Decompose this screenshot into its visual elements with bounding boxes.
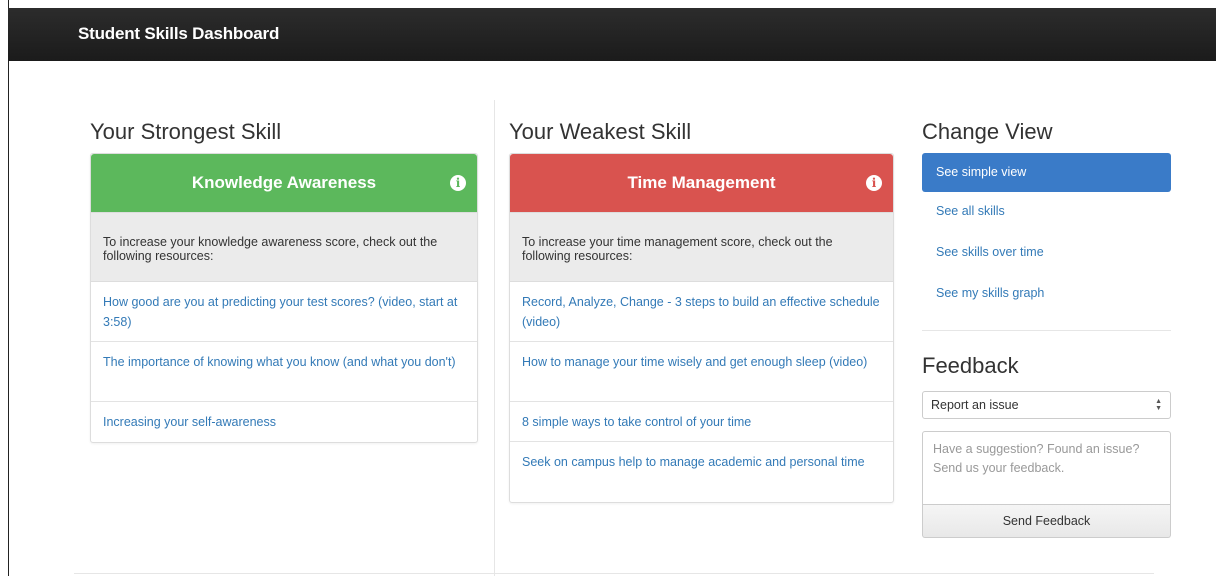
strongest-resource-list: How good are you at predicting your test… [91, 282, 477, 442]
resource-link[interactable]: Record, Analyze, Change - 3 steps to bui… [510, 282, 893, 342]
strongest-skill-heading: Your Strongest Skill [90, 119, 282, 144]
select-arrows-icon: ▲ ▼ [1155, 398, 1162, 412]
navbar-brand[interactable]: Student Skills Dashboard [78, 24, 279, 44]
view-item-skills-graph[interactable]: See my skills graph [922, 274, 1171, 315]
resource-link[interactable]: How to manage your time wisely and get e… [510, 342, 893, 402]
strongest-skill-panel: Knowledge Awareness i To increase your k… [90, 153, 478, 443]
send-feedback-button[interactable]: Send Feedback [922, 505, 1171, 538]
weakest-skill-column: Your Weakest Skill Time Management i To … [509, 118, 894, 503]
change-view-list: See simple view See all skills See skill… [922, 153, 1171, 315]
weakest-skill-heading: Your Weakest Skill [509, 119, 692, 144]
weakest-skill-panel: Time Management i To increase your time … [509, 153, 894, 503]
column-divider [494, 100, 495, 576]
view-item-all-skills[interactable]: See all skills [922, 192, 1171, 233]
resource-link[interactable]: How good are you at predicting your test… [91, 282, 477, 342]
weakest-skill-intro: To increase your time management score, … [510, 212, 893, 282]
feedback-type-select[interactable]: Report an issue ▲ ▼ [922, 391, 1171, 419]
info-icon[interactable]: i [866, 175, 882, 191]
strongest-skill-column: Your Strongest Skill Knowledge Awareness… [90, 118, 478, 443]
info-icon[interactable]: i [450, 175, 466, 191]
resource-link[interactable]: 8 simple ways to take control of your ti… [510, 402, 893, 442]
change-view-heading: Change View [922, 119, 1053, 144]
navbar: Student Skills Dashboard [8, 8, 1216, 61]
weakest-resource-list: Record, Analyze, Change - 3 steps to bui… [510, 282, 893, 502]
strongest-skill-intro: To increase your knowledge awareness sco… [91, 212, 477, 282]
resource-link[interactable]: The importance of knowing what you know … [91, 342, 477, 402]
feedback-textarea[interactable]: Have a suggestion? Found an issue? Send … [922, 431, 1171, 505]
feedback-type-value: Report an issue [931, 398, 1019, 412]
sidebar-separator [922, 330, 1171, 331]
weakest-skill-name: Time Management [627, 173, 776, 192]
window-edge [8, 0, 9, 576]
bottom-divider [74, 573, 1154, 574]
strongest-skill-header: Knowledge Awareness i [91, 154, 477, 212]
resource-link[interactable]: Seek on campus help to manage academic a… [510, 442, 893, 502]
feedback-heading: Feedback [922, 353, 1019, 378]
view-item-skills-over-time[interactable]: See skills over time [922, 233, 1171, 274]
view-item-simple[interactable]: See simple view [922, 153, 1171, 192]
weakest-skill-header: Time Management i [510, 154, 893, 212]
strongest-skill-name: Knowledge Awareness [191, 173, 377, 192]
resource-link[interactable]: Increasing your self-awareness [91, 402, 477, 442]
sidebar-column: Change View See simple view See all skil… [922, 118, 1171, 538]
